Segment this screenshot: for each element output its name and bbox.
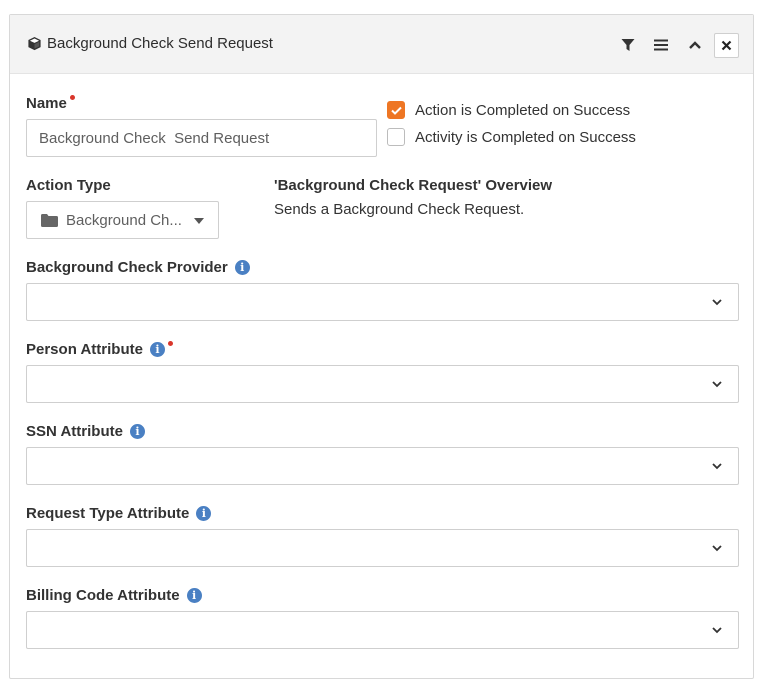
chevron-down-icon (712, 299, 722, 306)
required-indicator (69, 95, 75, 100)
name-label-text: Name (26, 95, 67, 112)
billing-code-attribute-label: Billing Code Attribute i (26, 587, 202, 604)
filter-icon (621, 39, 635, 51)
request-type-attribute-label-text: Request Type Attribute (26, 505, 190, 522)
ssn-attribute-label: SSN Attribute i (26, 423, 145, 440)
chevron-down-icon (712, 545, 722, 552)
person-attribute-label: Person Attribute i (26, 341, 173, 358)
action-type-label: Action Type (26, 177, 111, 194)
billing-code-attribute-label-text: Billing Code Attribute (26, 587, 180, 604)
menu-button[interactable] (649, 33, 673, 57)
billing-code-attribute-dropdown[interactable] (26, 611, 739, 649)
workflow-action-panel: Background Check Send Request Name Backg… (9, 14, 754, 679)
overview-title: 'Background Check Request' Overview (274, 177, 553, 194)
request-type-attribute-dropdown[interactable] (26, 529, 739, 567)
name-label: Name (26, 95, 75, 112)
info-icon[interactable]: i (186, 588, 202, 603)
activity-completed-label: Activity is Completed on Success (415, 128, 636, 146)
close-button[interactable] (714, 33, 739, 58)
person-attribute-label-text: Person Attribute (26, 341, 143, 358)
check-icon (390, 106, 402, 115)
collapse-button[interactable] (683, 33, 707, 57)
close-icon (721, 40, 732, 51)
folder-icon (41, 213, 58, 227)
chevron-down-icon (712, 627, 722, 634)
action-type-value: Background Ch... (66, 211, 182, 229)
info-icon[interactable]: i (149, 342, 165, 357)
menu-icon (654, 39, 668, 51)
ssn-attribute-dropdown[interactable] (26, 447, 739, 485)
action-completed-checkbox[interactable] (387, 101, 405, 119)
info-icon[interactable]: i (234, 260, 250, 275)
activity-completed-checkbox-row[interactable]: Activity is Completed on Success (387, 128, 636, 146)
person-attribute-dropdown[interactable] (26, 365, 739, 403)
chevron-up-icon (689, 41, 701, 49)
action-completed-checkbox-row[interactable]: Action is Completed on Success (387, 101, 630, 119)
activity-completed-checkbox[interactable] (387, 128, 405, 146)
provider-label: Background Check Provider i (26, 259, 250, 276)
caret-down-icon (194, 218, 204, 224)
ssn-attribute-label-text: SSN Attribute (26, 423, 123, 440)
overview-description: Sends a Background Check Request. (274, 201, 525, 218)
panel-title: Background Check Send Request (27, 35, 273, 52)
provider-dropdown[interactable] (26, 283, 739, 321)
panel-header: Background Check Send Request (10, 15, 753, 74)
request-type-attribute-label: Request Type Attribute i (26, 505, 212, 522)
chevron-down-icon (712, 463, 722, 470)
chevron-down-icon (712, 381, 722, 388)
action-completed-label: Action is Completed on Success (415, 101, 631, 119)
provider-label-text: Background Check Provider (26, 259, 228, 276)
panel-title-text: Background Check Send Request (47, 35, 273, 52)
action-type-label-text: Action Type (26, 177, 111, 194)
info-icon[interactable]: i (196, 506, 212, 521)
name-input[interactable] (26, 119, 377, 157)
info-icon[interactable]: i (129, 424, 145, 439)
cube-icon (27, 36, 42, 51)
required-indicator (167, 341, 173, 346)
filter-button[interactable] (616, 33, 640, 57)
action-type-picker[interactable]: Background Ch... (26, 201, 219, 239)
